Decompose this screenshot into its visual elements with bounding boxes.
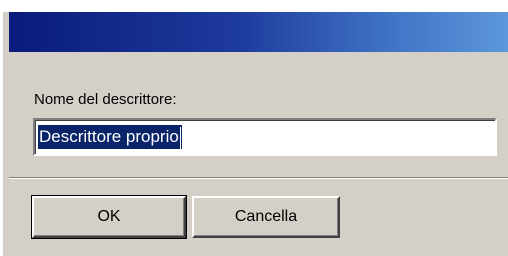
descriptor-name-text: Descrittore proprio [39, 127, 179, 146]
cancel-button[interactable]: Cancella [192, 196, 340, 238]
cancel-button-label: Cancella [234, 208, 298, 225]
text-caret [179, 126, 181, 149]
descriptor-name-input[interactable]: Descrittore proprio [33, 118, 497, 156]
ok-button[interactable]: OK [31, 195, 187, 239]
title-bar[interactable] [9, 12, 508, 52]
descriptor-name-label: Nome del descrittore: [34, 91, 177, 108]
ok-button-label: OK [97, 208, 121, 225]
separator [9, 177, 508, 179]
descriptor-name-dialog: Nome del descrittore: Descrittore propri… [0, 0, 508, 256]
window-top-edge [3, 0, 508, 12]
descriptor-name-value: Descrittore proprio [38, 125, 182, 149]
